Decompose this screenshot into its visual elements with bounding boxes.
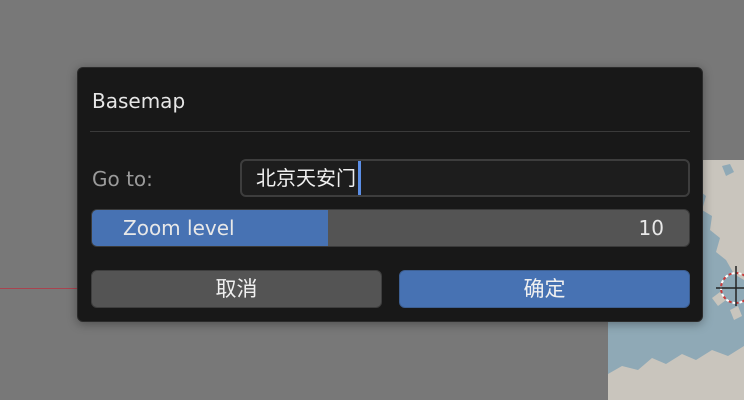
text-cursor — [358, 161, 361, 195]
ok-button[interactable]: 确定 — [399, 270, 690, 308]
zoom-level-value: 10 — [638, 216, 664, 240]
cancel-button[interactable]: 取消 — [91, 270, 382, 308]
dialog-title: Basemap — [92, 89, 186, 113]
basemap-dialog: Basemap Go to: 北京天安门 Zoom level 10 取消 确定 — [77, 67, 703, 322]
goto-input[interactable]: 北京天安门 — [240, 159, 690, 197]
zoom-level-slider[interactable]: Zoom level 10 — [91, 209, 690, 247]
3d-cursor-icon — [716, 266, 744, 306]
goto-label: Go to: — [92, 167, 153, 191]
goto-input-value: 北京天安门 — [256, 166, 356, 190]
title-separator — [90, 131, 690, 132]
zoom-level-label: Zoom level — [123, 216, 235, 240]
